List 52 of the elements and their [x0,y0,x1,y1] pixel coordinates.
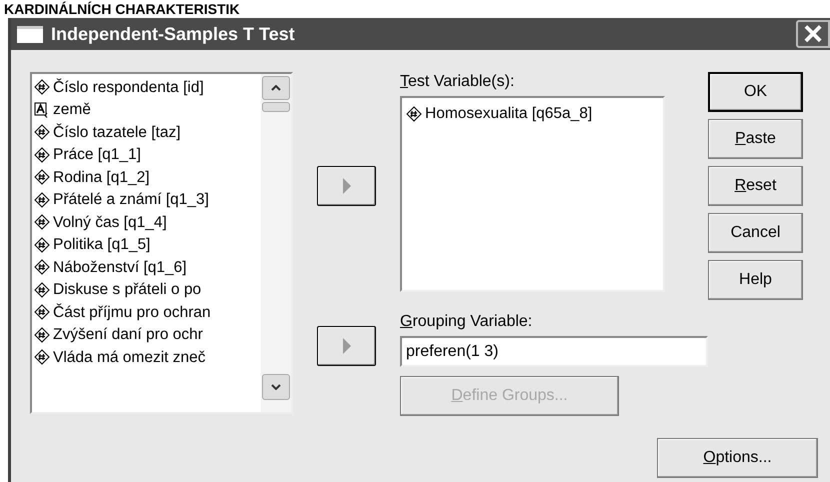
numeric-variable-icon [34,214,50,230]
test-variables-label: Test Variable(s): [400,72,516,92]
variable-item[interactable]: Číslo respondenta [id] [34,76,261,98]
scroll-thumb[interactable] [262,102,290,112]
numeric-variable-icon [34,259,50,276]
scrollbar[interactable] [261,74,291,412]
variable-item[interactable]: Homosexualita [q65a_8] [406,102,659,126]
test-variables-list[interactable]: Homosexualita [q65a_8] [400,96,665,292]
down-caret-icon [271,384,281,390]
variable-item[interactable]: Náboženství [q1_6] [34,256,261,278]
variable-item[interactable]: Politika [q1_5] [34,234,261,256]
window-title: Independent-Samples T Test [51,22,296,46]
variable-item[interactable]: Část příjmu pro ochran [34,301,261,324]
dialog-button[interactable]: Cancel [708,213,803,253]
string-variable-icon [34,102,50,118]
move-button[interactable] [317,166,376,206]
scroll-up-button[interactable] [262,76,290,100]
numeric-variable-icon [34,169,50,186]
dialog-button[interactable]: Paste [708,119,803,159]
numeric-variable-icon [34,282,50,298]
numeric-variable-icon [34,349,50,366]
grouping-variable-label: Grouping Variable: [400,312,534,332]
numeric-variable-icon [34,326,50,343]
numeric-variable-icon [34,236,50,253]
dialog-button[interactable]: Help [708,260,803,300]
variable-item[interactable]: Přátelé a známí [q1_3] [34,188,261,211]
variable-item[interactable]: Diskuse s přáteli o po [34,278,261,301]
window-icon [17,26,43,42]
numeric-variable-icon [34,146,50,163]
close-button[interactable]: × [796,20,830,48]
variable-item[interactable]: Vláda má omezit zneč [34,346,261,368]
move-button[interactable] [317,326,376,366]
variable-item[interactable]: Rodina [q1_2] [34,166,261,188]
variable-item[interactable]: Práce [q1_1] [34,144,261,166]
variable-item[interactable]: Číslo tazatele [taz] [34,121,261,144]
variable-item[interactable]: Zvýšení daní pro ochr [34,324,261,346]
variable-item[interactable]: Volný čas [q1_4] [34,211,261,234]
options-button[interactable]: Options... [657,438,818,478]
numeric-variable-icon [34,304,50,320]
numeric-variable-icon [34,79,50,96]
variable-item[interactable]: země [34,98,261,121]
up-caret-icon [271,85,281,91]
right-arrow-icon [342,337,352,355]
grouping-variable-field[interactable]: preferen(1 3) [400,336,708,367]
numeric-variable-icon [34,124,50,140]
dialog-button[interactable]: OK [708,72,803,112]
scroll-down-button[interactable] [262,374,290,400]
numeric-variable-icon [406,106,422,122]
right-arrow-icon [342,177,352,195]
page-heading: KARDINÁLNÍCH CHARAKTERISTIK [3,0,240,18]
numeric-variable-icon [34,192,50,208]
dialog-button[interactable]: Reset [708,166,803,206]
